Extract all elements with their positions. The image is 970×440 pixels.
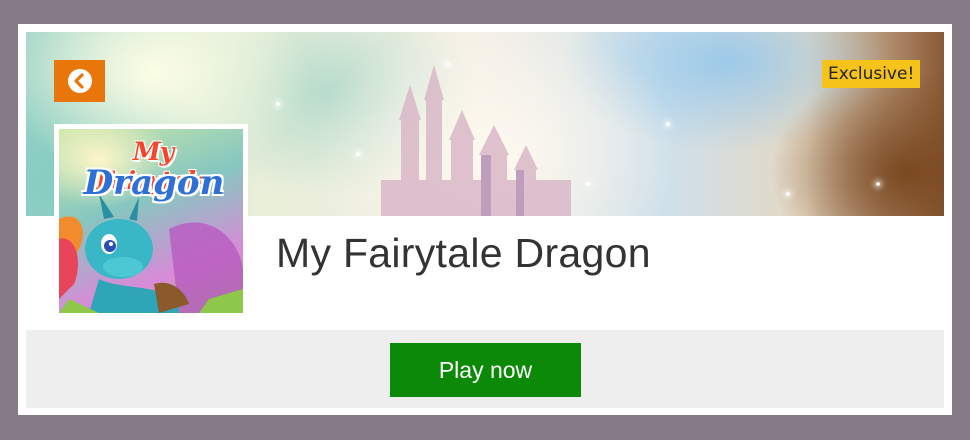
game-thumbnail[interactable]: My Fairytale Dragon xyxy=(54,124,248,318)
action-bar: Play now xyxy=(26,330,944,408)
exclusive-badge: Exclusive! xyxy=(822,60,921,88)
play-now-button[interactable]: Play now xyxy=(390,343,581,397)
game-card: Exclusive! My Fairytale Dragon My Fairyt… xyxy=(18,24,952,415)
dragon-illustration xyxy=(59,194,243,313)
chevron-left-circle-icon xyxy=(67,69,92,93)
sparkle xyxy=(666,122,670,126)
back-button[interactable] xyxy=(54,60,105,102)
sparkle xyxy=(786,192,790,196)
sparkle xyxy=(446,62,450,66)
sparkle xyxy=(356,152,360,156)
sparkle xyxy=(876,182,880,186)
thumbnail-title-line2: Dragon xyxy=(83,163,225,203)
castle-illustration xyxy=(381,65,571,216)
game-title: My Fairytale Dragon xyxy=(276,230,651,276)
sparkle xyxy=(276,102,280,106)
sparkle xyxy=(586,182,590,186)
